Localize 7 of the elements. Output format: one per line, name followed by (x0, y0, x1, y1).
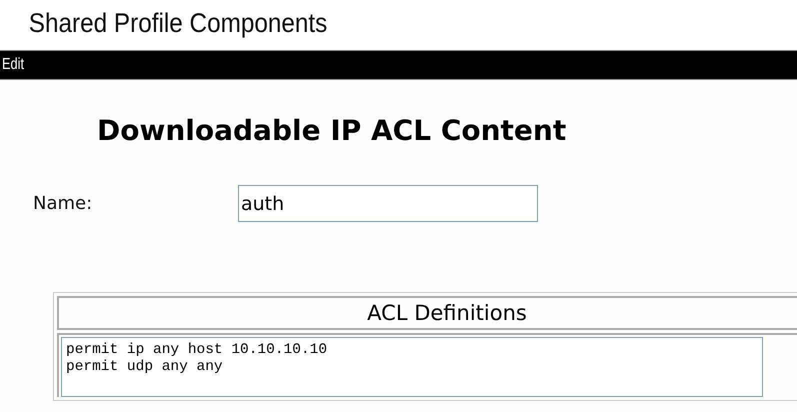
app-title: Shared Profile Components (28, 7, 328, 40)
acl-text-area[interactable]: permit ip any host 10.10.10.10 permit udp any any (61, 337, 763, 397)
menu-item[interactable]: Edit (2, 56, 24, 74)
page-heading: Downloadable IP ACL Content (96, 113, 568, 147)
field-label: Name: (32, 193, 94, 214)
table-header: ACL Definitions (57, 296, 797, 330)
name-field[interactable]: auth (238, 185, 538, 222)
